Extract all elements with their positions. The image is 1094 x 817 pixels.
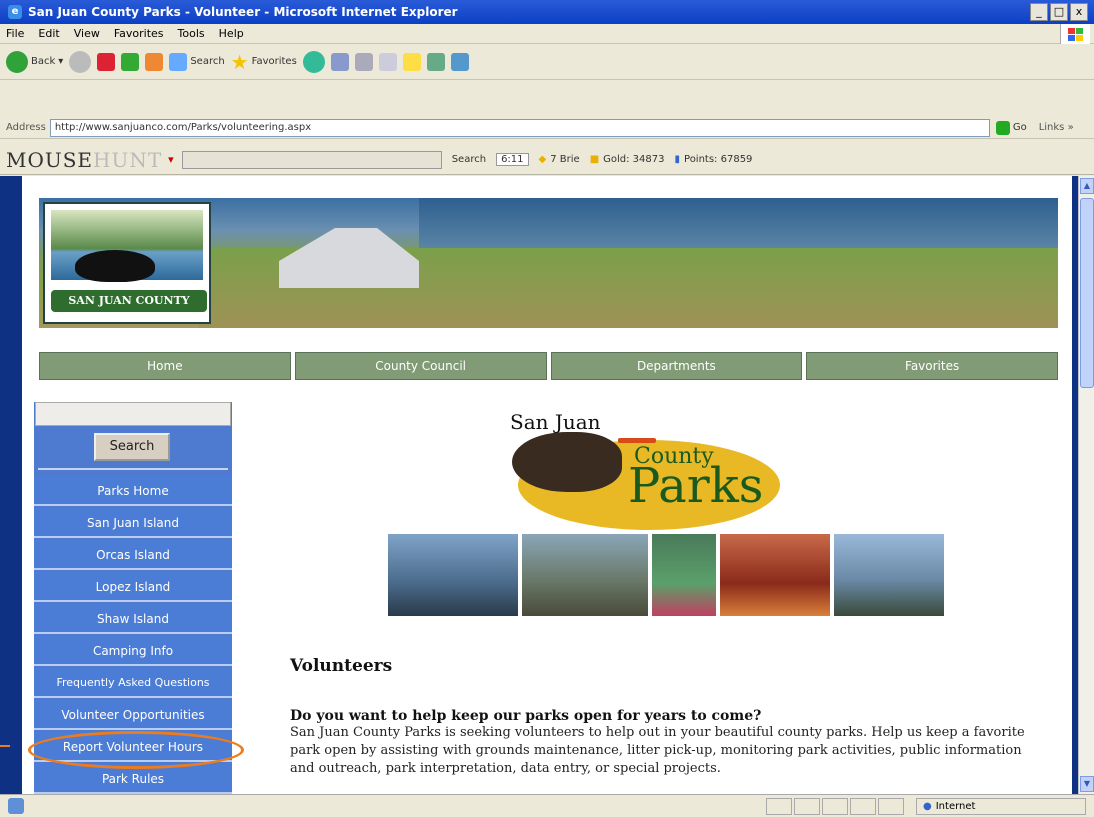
discuss-button[interactable] (402, 52, 421, 71)
photo-kids (652, 534, 716, 616)
media-button[interactable] (302, 50, 325, 73)
mail-button[interactable] (330, 52, 349, 71)
sidebar-item-san-juan-island[interactable]: San Juan Island (34, 508, 232, 538)
main-nav: Home County Council Departments Favorite… (39, 352, 1058, 380)
page-title: Volunteers (290, 656, 393, 676)
oystercatcher-icon (512, 432, 622, 492)
window-controls: _ □ x (1030, 3, 1088, 21)
menu-tools[interactable]: Tools (178, 27, 205, 40)
standard-toolbar: Back ▾ Search ★ Favorites (0, 44, 1094, 80)
home-button[interactable] (145, 52, 164, 71)
page-viewport: SAN JUAN COUNTY Home County Council Depa… (0, 176, 1078, 794)
maximize-button[interactable]: □ (1050, 3, 1068, 21)
messenger-button[interactable] (426, 52, 445, 71)
star-icon: ★ (230, 49, 249, 74)
menu-bar: File Edit View Favorites Tools Help (0, 24, 1094, 46)
mousehunt-gold: ■ Gold: 34873 (589, 154, 665, 165)
links-button[interactable]: Links » (1039, 122, 1074, 133)
back-arrow-icon (6, 50, 28, 73)
mousehunt-points: ▮ Points: 67859 (674, 154, 753, 165)
orca-icon (75, 250, 155, 282)
sidebar-item-faq[interactable]: Frequently Asked Questions (34, 668, 232, 698)
forward-button[interactable] (69, 50, 92, 73)
volunteer-question: Do you want to help keep our parks open … (290, 708, 762, 724)
site-banner: SAN JUAN COUNTY (39, 198, 1058, 328)
cheese-icon: ◆ (538, 154, 547, 165)
menu-favorites[interactable]: Favorites (114, 27, 164, 40)
refresh-button[interactable] (121, 52, 140, 71)
address-label: Address (6, 122, 46, 133)
stop-button[interactable] (97, 52, 116, 71)
site-search-input[interactable] (35, 402, 231, 426)
mousehunt-bait: ◆ 7 Brie (538, 154, 580, 165)
main-content: San Juan County Parks Volunteers Do you … (270, 402, 1060, 794)
address-input[interactable]: http://www.sanjuanco.com/Parks/volunteer… (49, 118, 990, 137)
mousehunt-timer: 6:11 (496, 153, 529, 166)
window-titlebar: e San Juan County Parks - Volunteer - Mi… (0, 0, 1094, 24)
scroll-thumb[interactable] (1080, 198, 1094, 388)
menu-view[interactable]: View (74, 27, 100, 40)
search-icon (169, 52, 188, 71)
county-logo[interactable]: SAN JUAN COUNTY (43, 202, 211, 324)
sidebar-item-camping-info[interactable]: Camping Info (34, 636, 232, 666)
go-arrow-icon (995, 120, 1010, 135)
mousehunt-menu-icon[interactable]: ▾ (168, 153, 174, 166)
sidebar: Search Parks Home San Juan Island Orcas … (34, 402, 232, 794)
minimize-button[interactable]: _ (1030, 3, 1048, 21)
menu-edit[interactable]: Edit (38, 27, 59, 40)
sidebar-item-park-rules[interactable]: Park Rules (34, 764, 232, 794)
status-bar: ● Internet (0, 794, 1094, 817)
sidebar-item-lopez-island[interactable]: Lopez Island (34, 572, 232, 602)
ie-icon: e (8, 5, 22, 19)
windows-flag-icon (1060, 24, 1090, 46)
mousehunt-logo: MOUSEHUNT (6, 147, 163, 172)
print-button[interactable] (354, 52, 373, 71)
search-toolbar-button[interactable]: Search (169, 52, 225, 71)
photo-lighthouse (834, 534, 944, 616)
close-button[interactable]: x (1070, 3, 1088, 21)
annotation-pointer (0, 745, 10, 747)
menu-file[interactable]: File (6, 27, 24, 40)
sidebar-item-volunteer-opportunities[interactable]: Volunteer Opportunities (34, 700, 232, 730)
nav-departments[interactable]: Departments (550, 352, 803, 380)
nav-home[interactable]: Home (39, 352, 291, 380)
volunteer-description: San Juan County Parks is seeking volunte… (290, 725, 1025, 776)
globe-icon: ● (923, 801, 932, 812)
barn-image (279, 228, 419, 288)
vertical-scrollbar[interactable]: ▲ ▼ (1078, 176, 1094, 794)
scroll-down-arrow[interactable]: ▼ (1080, 776, 1094, 792)
sidebar-item-shaw-island[interactable]: Shaw Island (34, 604, 232, 634)
mousehunt-toolbar: MOUSEHUNT ▾ Search 6:11 ◆ 7 Brie ■ Gold: 3… (0, 145, 1094, 175)
photo-fishing (388, 534, 518, 616)
sidebar-menu: Parks Home San Juan Island Orcas Island … (34, 476, 232, 796)
parks-logo: San Juan County Parks (502, 410, 782, 530)
mousehunt-search-box[interactable] (181, 150, 442, 169)
status-panes (766, 798, 904, 815)
nav-county-council[interactable]: County Council (294, 352, 547, 380)
research-button[interactable] (450, 52, 469, 71)
page-status-icon (8, 798, 24, 814)
go-button[interactable]: Go (995, 120, 1027, 135)
site-search-button[interactable]: Search (94, 433, 170, 461)
page-body: SAN JUAN COUNTY Home County Council Depa… (22, 176, 1072, 794)
back-button[interactable]: Back ▾ (6, 50, 63, 73)
photo-strip (388, 534, 944, 616)
points-icon: ▮ (674, 154, 681, 165)
favorites-toolbar-button[interactable]: ★ Favorites (231, 50, 297, 74)
security-zone: ● Internet (916, 798, 1086, 815)
sidebar-item-report-volunteer-hours[interactable]: Report Volunteer Hours (34, 732, 232, 762)
sidebar-item-parks-home[interactable]: Parks Home (34, 476, 232, 506)
gold-icon: ■ (589, 154, 600, 165)
edit-button[interactable] (378, 52, 397, 71)
address-bar: Address http://www.sanjuanco.com/Parks/v… (0, 117, 1094, 139)
menu-help[interactable]: Help (219, 27, 244, 40)
photo-campfire (720, 534, 830, 616)
sidebar-item-orcas-island[interactable]: Orcas Island (34, 540, 232, 570)
photo-kayak (522, 534, 648, 616)
nav-favorites[interactable]: Favorites (806, 352, 1058, 380)
scroll-up-arrow[interactable]: ▲ (1080, 178, 1094, 194)
mousehunt-search-button[interactable]: Search (452, 154, 486, 165)
window-title: San Juan County Parks - Volunteer - Micr… (28, 5, 458, 19)
